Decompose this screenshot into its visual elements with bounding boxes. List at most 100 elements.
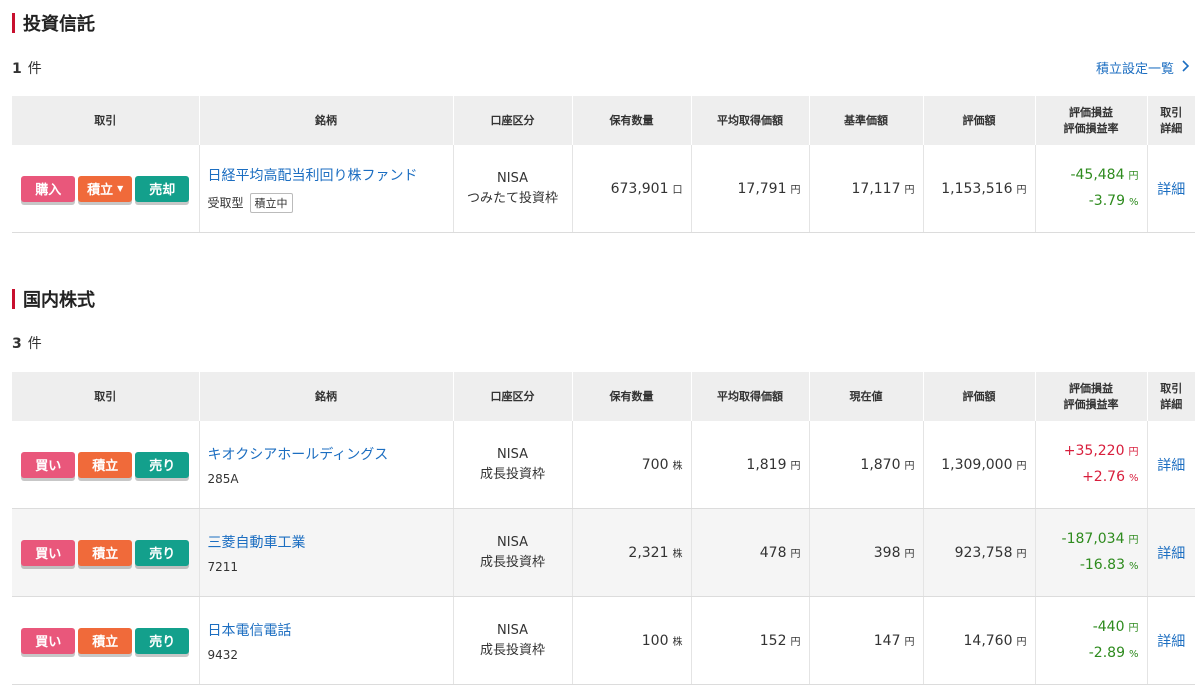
buy-button[interactable]: 買い xyxy=(21,627,76,654)
tsumitate-button[interactable]: 積立 xyxy=(78,539,133,566)
detail-cell: 詳細 xyxy=(1147,421,1195,509)
quantity-unit: 株 xyxy=(672,548,683,560)
tsumitate-button[interactable]: 積立 xyxy=(78,627,133,654)
pl-unit: 円 xyxy=(1128,170,1139,182)
header-detail: 詳細 xyxy=(1160,121,1183,135)
detail-link[interactable]: 詳細 xyxy=(1157,634,1185,650)
header-name: 銘柄 xyxy=(199,96,454,145)
stock-name-link[interactable]: 日本電信電話 xyxy=(208,620,445,640)
current-price-unit: 円 xyxy=(904,548,915,560)
value-cell: 14,760 円 xyxy=(923,596,1036,685)
tsumitate-button[interactable]: 積立 xyxy=(78,451,133,478)
pl-rate: -2.89 xyxy=(1088,644,1125,661)
quantity-cell: 700 株 xyxy=(572,421,692,509)
avg-price-value: 478 xyxy=(759,544,787,561)
account-type: NISA xyxy=(497,534,528,550)
detail-cell: 詳細 xyxy=(1147,508,1195,597)
trade-cell: 買い 積立 売り xyxy=(12,508,200,597)
sell-button[interactable]: 売り xyxy=(135,627,190,654)
stock-code: 285A xyxy=(207,471,239,486)
sell-button[interactable]: 売り xyxy=(135,451,190,478)
table-header-row: 取引 銘柄 口座区分 保有数量 平均取得価額 基準価額 評価額 評価損益 評価損益… xyxy=(12,96,1195,145)
pl-rate: -16.83 xyxy=(1079,556,1125,573)
detail-cell: 詳細 xyxy=(1147,145,1195,233)
header-trade: 取引 xyxy=(12,96,200,145)
account-type: NISA xyxy=(497,170,528,186)
header-account: 口座区分 xyxy=(453,96,573,145)
name-cell: キオクシアホールディングス 285A xyxy=(199,421,454,509)
avg-price-cell: 1,819 円 xyxy=(691,421,810,509)
pl-unit: 円 xyxy=(1128,622,1139,634)
header-avg-price: 平均取得価額 xyxy=(691,372,810,421)
funds-table: 取引 銘柄 口座区分 保有数量 平均取得価額 基準価額 評価額 評価損益 評価損益… xyxy=(12,96,1195,233)
header-pl: 評価損益 xyxy=(1069,105,1113,119)
account-cell: NISA 成長投資枠 xyxy=(453,421,573,509)
chevron-right-icon xyxy=(1182,59,1190,76)
profit-loss-cell: -187,034 円 -16.83% xyxy=(1035,508,1148,597)
pl-amount: -187,034 xyxy=(1061,530,1125,547)
detail-link[interactable]: 詳細 xyxy=(1157,182,1185,198)
stocks-section-title: 国内株式 xyxy=(12,286,95,312)
current-price-value: 147 xyxy=(873,632,901,649)
current-price-unit: 円 xyxy=(904,460,915,472)
header-profit-loss: 評価損益 評価損益率 xyxy=(1035,372,1148,421)
account-frame: 成長投資枠 xyxy=(479,554,545,570)
table-header-row: 取引 銘柄 口座区分 保有数量 平均取得価額 現在値 評価額 評価損益 評価損益率… xyxy=(12,372,1195,421)
table-row: 買い 積立 売り 三菱自動車工業 7211 NISA 成長投資枠 2,321 株 4… xyxy=(12,508,1195,597)
stock-code: 7211 xyxy=(207,559,239,574)
buy-button[interactable]: 購入 xyxy=(21,175,76,202)
title-accent-bar xyxy=(12,13,15,33)
detail-link[interactable]: 詳細 xyxy=(1157,458,1185,474)
trade-cell: 買い 積立 売り xyxy=(12,421,200,509)
avg-price-unit: 円 xyxy=(790,184,801,196)
sell-button[interactable]: 売却 xyxy=(135,175,190,202)
sell-button[interactable]: 売り xyxy=(135,539,190,566)
profit-loss-cell: -45,484 円 -3.79% xyxy=(1035,145,1148,233)
fund-name-link[interactable]: 日経平均高配当利回り株ファンド xyxy=(208,165,445,185)
current-price-value: 398 xyxy=(873,544,901,561)
header-pl-rate: 評価損益率 xyxy=(1063,121,1119,135)
value-cell: 1,153,516 円 xyxy=(923,145,1036,233)
trade-cell: 購入 積立 ▼ 売却 xyxy=(12,145,200,233)
value-amount: 1,153,516 xyxy=(941,180,1013,197)
quantity-cell: 673,901 口 xyxy=(572,145,692,233)
quantity-value: 673,901 xyxy=(610,180,669,197)
profit-loss-cell: -440 円 -2.89% xyxy=(1035,596,1148,685)
header-details: 取引 詳細 xyxy=(1147,96,1195,145)
header-account: 口座区分 xyxy=(453,372,573,421)
funds-count-unit: 件 xyxy=(27,61,42,77)
avg-price-unit: 円 xyxy=(790,636,801,648)
stock-name-link[interactable]: キオクシアホールディングス xyxy=(208,444,445,464)
pl-rate-unit: % xyxy=(1128,196,1139,208)
buy-button[interactable]: 買い xyxy=(21,539,76,566)
pl-amount: -45,484 xyxy=(1070,166,1125,183)
tsumitate-settings-link[interactable]: 積立設定一覧 xyxy=(1096,58,1190,77)
account-type: NISA xyxy=(497,622,528,638)
header-pl-rate: 評価損益率 xyxy=(1063,397,1119,411)
account-frame: つみたて投資枠 xyxy=(466,190,558,206)
base-price-unit: 円 xyxy=(904,184,915,196)
pl-rate-unit: % xyxy=(1128,560,1139,572)
quantity-unit: 株 xyxy=(672,460,683,472)
value-unit: 円 xyxy=(1016,636,1027,648)
funds-title-text: 投資信託 xyxy=(23,14,95,35)
profit-loss-cell: +35,220 円 +2.76% xyxy=(1035,421,1148,509)
quantity-cell: 100 株 xyxy=(572,596,692,685)
value-unit: 円 xyxy=(1016,548,1027,560)
header-quantity: 保有数量 xyxy=(572,372,692,421)
stock-name-link[interactable]: 三菱自動車工業 xyxy=(208,532,445,552)
pl-amount: -440 xyxy=(1092,618,1125,635)
account-type: NISA xyxy=(497,446,528,462)
buy-button[interactable]: 買い xyxy=(21,451,76,478)
detail-link[interactable]: 詳細 xyxy=(1157,546,1185,562)
avg-price-unit: 円 xyxy=(790,460,801,472)
header-name: 銘柄 xyxy=(199,372,454,421)
quantity-value: 700 xyxy=(641,456,669,473)
table-row: 買い 積立 売り 日本電信電話 9432 NISA 成長投資枠 100 株 152 円… xyxy=(12,596,1195,685)
account-frame: 成長投資枠 xyxy=(479,466,545,482)
value-unit: 円 xyxy=(1016,460,1027,472)
value-amount: 14,760 xyxy=(963,632,1013,649)
stocks-count-unit: 件 xyxy=(27,336,42,352)
header-pl: 評価損益 xyxy=(1069,381,1113,395)
tsumitate-dropdown-button[interactable]: 積立 ▼ xyxy=(78,175,133,202)
